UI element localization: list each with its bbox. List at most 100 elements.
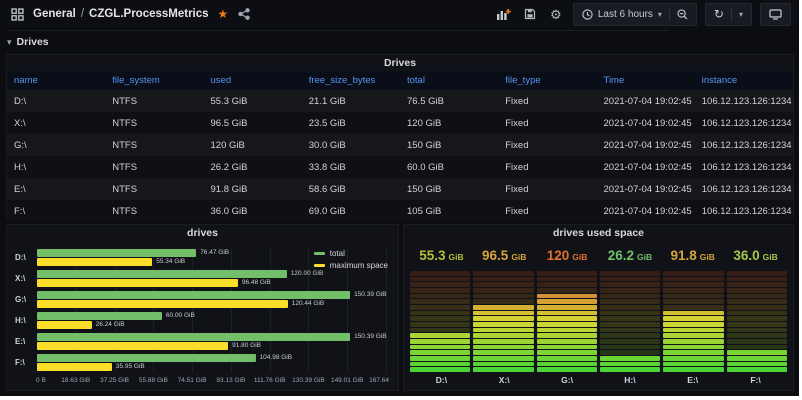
gauge-segment bbox=[473, 339, 534, 344]
table-cell: 2021-07-04 19:02:45 bbox=[603, 95, 692, 107]
gauge-segment bbox=[599, 276, 661, 282]
column-header[interactable]: instance bbox=[694, 71, 793, 90]
x-tick-label: 0 B bbox=[36, 377, 46, 384]
gauge-values-row: 55.3 GiB 96.5 GiB 120 GiB 26.2 GiB 91.8 GiB 36.0 Gi… bbox=[410, 243, 787, 267]
table-cell: 69.0 GiB bbox=[308, 205, 346, 217]
legend-item-total[interactable]: total bbox=[313, 249, 388, 258]
gauge-segment bbox=[599, 316, 661, 322]
gauge-column bbox=[599, 271, 661, 373]
chevron-down-icon: ▾ bbox=[7, 36, 12, 47]
save-dashboard-icon[interactable] bbox=[521, 5, 539, 23]
breadcrumb[interactable]: General / CZGL.ProcessMetrics bbox=[33, 8, 209, 20]
bar-total bbox=[37, 312, 162, 320]
panel-title[interactable]: drives used space bbox=[404, 225, 793, 241]
bar-maximum-space bbox=[37, 258, 153, 266]
breadcrumb-section[interactable]: General bbox=[33, 8, 76, 20]
gauge-segment bbox=[473, 310, 534, 316]
gauge-category-label: X:\ bbox=[498, 375, 510, 385]
bar-value-label: 96.48 GiB bbox=[241, 279, 271, 286]
gauge-segment bbox=[473, 356, 534, 361]
bar-maximum-space bbox=[37, 342, 229, 350]
gauge-segment bbox=[410, 305, 471, 310]
bar-total bbox=[37, 291, 351, 299]
gauge-segment bbox=[410, 367, 471, 373]
table-cell: H:\ bbox=[14, 161, 27, 173]
panel-title[interactable]: drives bbox=[7, 225, 398, 241]
gauge-value-unit: GiB bbox=[636, 251, 653, 262]
clock-icon bbox=[582, 8, 593, 20]
gauge-segment bbox=[536, 327, 597, 333]
share-icon[interactable] bbox=[235, 5, 253, 23]
x-tick-label: 74.51 GiB bbox=[177, 377, 207, 384]
gauge-segment bbox=[536, 316, 597, 322]
add-panel-icon[interactable] bbox=[495, 5, 513, 23]
refresh-button[interactable]: ↻ ▾ bbox=[704, 2, 752, 26]
gauge-segment bbox=[473, 367, 534, 373]
gauge-segment bbox=[726, 356, 787, 361]
time-range-picker[interactable]: Last 6 hours ▾ bbox=[572, 2, 697, 26]
gauge-value-number: 96.5 bbox=[482, 247, 509, 263]
legend-item-maximum-space[interactable]: maximum space bbox=[313, 261, 388, 270]
legend-swatch bbox=[313, 252, 325, 255]
gauge-segment bbox=[726, 327, 787, 333]
drives-used-space-panel: drives used space 55.3 GiB 96.5 GiB 120 GiB 26… bbox=[403, 224, 794, 391]
column-header[interactable]: free_size_bytes bbox=[301, 71, 400, 90]
gauge-segment bbox=[410, 288, 471, 293]
bar-value-label: 150.39 GiB bbox=[354, 333, 387, 340]
zoom-out-icon[interactable] bbox=[677, 8, 688, 20]
gauge-segment bbox=[663, 322, 724, 327]
gauge-column bbox=[473, 271, 534, 373]
column-header[interactable]: file_type bbox=[498, 71, 597, 90]
gauge-segment bbox=[536, 271, 597, 276]
divider bbox=[668, 7, 670, 21]
gauge-segment bbox=[599, 339, 661, 344]
table-cell: NTFS bbox=[112, 117, 138, 129]
chevron-down-icon: ▾ bbox=[657, 9, 662, 19]
gauge-category-label: E:\ bbox=[687, 375, 699, 385]
breadcrumb-title[interactable]: CZGL.ProcessMetrics bbox=[89, 8, 209, 20]
x-tick-label: 130.39 GiB bbox=[292, 377, 325, 384]
gauge-value: 55.3 GiB bbox=[410, 243, 473, 267]
gauge-column bbox=[410, 271, 471, 373]
table-row: G:\ NTFS 120 GiB 30.0 GiB 150 GiB Fixed 2021-0… bbox=[7, 134, 793, 156]
grafana-dashboard: General / CZGL.ProcessMetrics ★ ⚙ Last 6… bbox=[0, 0, 799, 396]
dashboard-grid-icon bbox=[8, 5, 26, 23]
column-header[interactable]: name bbox=[7, 71, 106, 90]
table-cell: 106.12.123.126:1234 bbox=[701, 95, 792, 107]
star-icon[interactable]: ★ bbox=[218, 7, 229, 21]
bar-maximum-space bbox=[37, 300, 288, 308]
gauge-category-label: F:\ bbox=[750, 375, 761, 385]
gridline bbox=[308, 247, 310, 373]
chevron-down-icon[interactable]: ▾ bbox=[739, 10, 743, 19]
bar-value-label: 60.00 GiB bbox=[165, 312, 195, 319]
table-cell: 96.5 GiB bbox=[210, 117, 248, 129]
table-cell: 105 GiB bbox=[407, 205, 442, 217]
table-cell: 76.5 GiB bbox=[407, 95, 444, 107]
table-cell: Fixed bbox=[505, 95, 529, 107]
gauge-segment bbox=[599, 344, 661, 350]
y-category-label: E:\ bbox=[15, 336, 26, 346]
table-cell: 106.12.123.126:1234 bbox=[701, 161, 792, 173]
table-cell: 36.0 GiB bbox=[210, 205, 248, 217]
bar-total bbox=[37, 333, 351, 341]
gauge-segment bbox=[663, 310, 724, 316]
column-header[interactable]: total bbox=[400, 71, 499, 90]
dashboard-row-toggle[interactable]: ▾ Drives bbox=[7, 36, 49, 48]
y-category-label: H:\ bbox=[15, 315, 26, 325]
gauge-segment bbox=[473, 276, 534, 282]
column-header[interactable]: Time bbox=[596, 71, 695, 90]
panel-title[interactable]: Drives bbox=[7, 55, 793, 71]
bar-value-label: 26.24 GiB bbox=[95, 321, 125, 328]
tv-kiosk-button[interactable] bbox=[760, 2, 791, 26]
column-header[interactable]: used bbox=[203, 71, 302, 90]
gauge-segment bbox=[599, 310, 661, 316]
gauge-value-number: 55.3 bbox=[419, 247, 446, 263]
gauge-segment bbox=[410, 276, 471, 282]
column-header[interactable]: file_system bbox=[105, 71, 204, 90]
table-cell: 2021-07-04 19:02:45 bbox=[603, 117, 692, 129]
gauge-segment bbox=[473, 305, 534, 310]
toolbar-divider bbox=[8, 30, 669, 31]
bar-maximum-space bbox=[37, 321, 92, 329]
settings-gear-icon[interactable]: ⚙ bbox=[547, 5, 565, 23]
gauge-segment bbox=[663, 339, 724, 344]
